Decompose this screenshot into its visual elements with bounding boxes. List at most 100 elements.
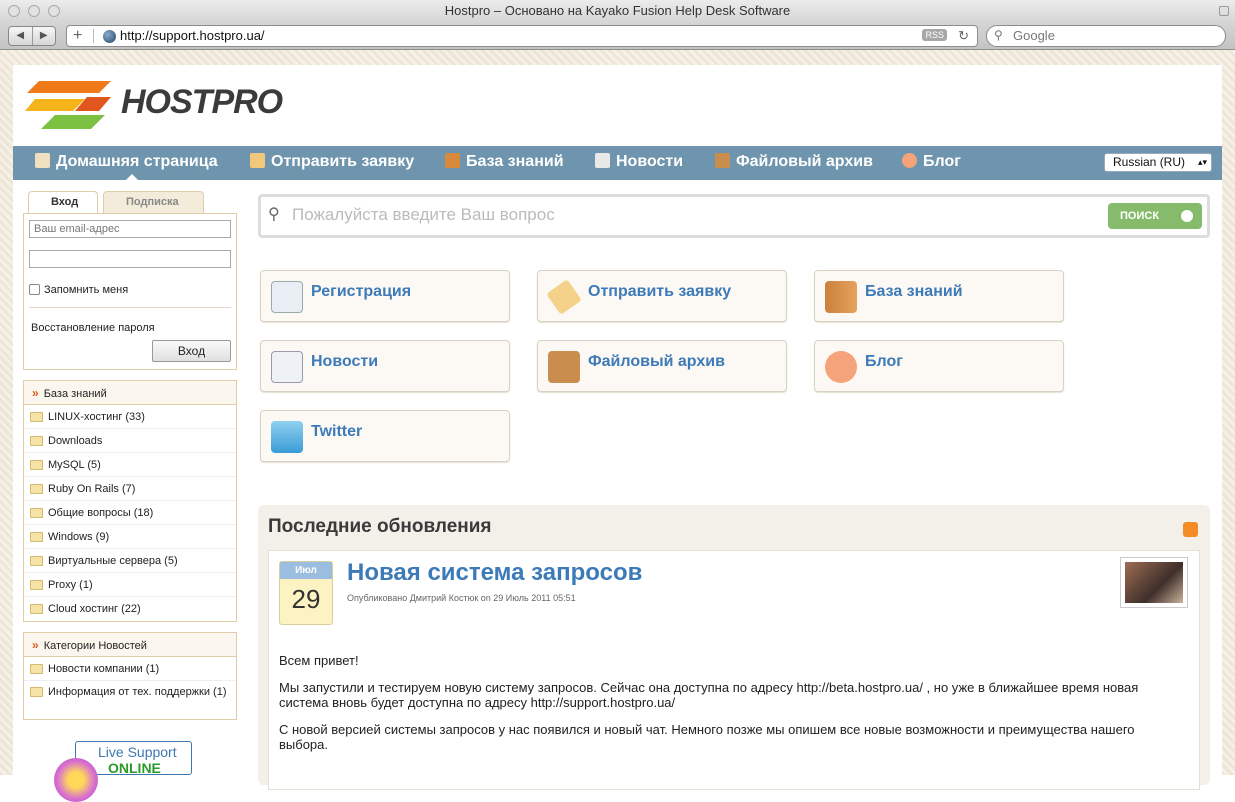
site-wrapper: HOSTPRO Домашняя страница Отправить заяв… [13,65,1222,802]
nav-item-news[interactable]: Новости [595,146,683,178]
author-avatar [1120,557,1188,608]
nav-item-submit-ticket[interactable]: Отправить заявку [250,146,414,178]
minimize-window-button[interactable] [28,5,40,17]
news-categories-box: » Категории Новостей Новости компании (1)… [23,632,237,720]
email-placeholder: Ваш email-адрес [34,223,120,235]
news-icon [595,153,610,168]
ticket-icon [250,153,265,168]
browser-toolbar: ◀ ▶ + http://support.hostpro.ua/ RSS ↻ ⚲… [0,22,1235,50]
address-divider [93,29,94,43]
nav-item-downloads[interactable]: Файловый архив [715,146,873,178]
folder-icon [30,508,43,518]
question-search: ⚲ Пожалуйста введите Ваш вопрос ПОИСК [258,194,1210,238]
back-button[interactable]: ◀ [9,27,33,45]
list-item[interactable]: Виртуальные сервера (5) [24,549,236,573]
folder-icon [30,580,43,590]
list-item[interactable]: Proxy (1) [24,573,236,597]
box-header: » База знаний [24,381,236,405]
browser-search-field[interactable]: ⚲ Google [986,25,1226,47]
news-icon [271,351,303,383]
ticket-icon [546,279,582,315]
news-post: Июл 29 Новая система запросов Опубликова… [268,550,1200,790]
card-downloads[interactable]: Файловый архив [537,340,787,392]
card-knowledgebase[interactable]: База знаний [814,270,1064,322]
folder-icon [30,460,43,470]
nav-item-label: Блог [923,153,961,170]
add-bookmark-icon[interactable]: + [73,27,82,45]
email-field[interactable]: Ваш email-адрес [29,220,231,238]
nav-item-blog[interactable]: Блог [902,146,961,178]
card-label: Файловый архив [588,353,725,370]
search-button[interactable]: ПОИСК [1108,203,1202,229]
list-item[interactable]: LINUX-хостинг (33) [24,405,236,429]
folder-icon [30,412,43,422]
post-title[interactable]: Новая система запросов [347,559,642,587]
site-logo[interactable]: HOSTPRO [25,77,285,132]
tab-label: Подписка [126,196,179,208]
list-item-label: Downloads [48,435,103,447]
remember-me-label: Запомнить меня [44,284,129,296]
search-button-label: ПОИСК [1120,210,1160,222]
tab-label: Вход [51,196,79,208]
folder-icon [30,556,43,566]
list-item[interactable]: Информация от тех. поддержки (1) [24,681,236,719]
recover-password-link[interactable]: Восстановление пароля [31,322,155,334]
list-item[interactable]: Downloads [24,429,236,453]
search-input[interactable]: Пожалуйста введите Ваш вопрос [292,205,555,225]
list-item-label: Proxy (1) [48,579,93,591]
tab-login[interactable]: Вход [28,191,98,213]
nav-item-knowledgebase[interactable]: База знаний [445,146,564,178]
forward-button[interactable]: ▶ [33,27,56,45]
list-item-label: LINUX-хостинг (33) [48,411,145,423]
card-blog[interactable]: Блог [814,340,1064,392]
card-label: База знаний [865,283,963,300]
nav-item-label: База знаний [466,153,564,170]
list-item[interactable]: Ruby On Rails (7) [24,477,236,501]
url-text[interactable]: http://support.hostpro.ua/ [120,26,265,46]
list-item-label: Общие вопросы (18) [48,507,154,519]
logo-text: HOSTPRO [121,83,283,121]
fullscreen-icon[interactable] [1219,6,1229,16]
double-chevron-icon: » [32,638,39,652]
list-item[interactable]: Windows (9) [24,525,236,549]
logo-mark-icon [25,81,111,129]
language-select[interactable]: Russian (RU) ▴▾ [1104,153,1212,172]
address-bar[interactable]: + http://support.hostpro.ua/ RSS ↻ [66,25,978,47]
globe-icon [103,30,116,43]
card-twitter[interactable]: Twitter [260,410,510,462]
window-title: Hostpro – Основано на Kayako Fusion Help… [444,3,791,18]
login-button[interactable]: Вход [152,340,231,362]
nav-item-label: Домашняя страница [56,153,218,170]
list-item[interactable]: MySQL (5) [24,453,236,477]
books-icon [445,153,460,168]
list-item-label: Cloud хостинг (22) [48,603,141,615]
list-item[interactable]: Новости компании (1) [24,657,236,681]
rss-icon[interactable] [1183,522,1198,537]
reload-icon[interactable]: ↻ [958,26,969,46]
password-field[interactable] [29,250,231,268]
list-item-label: MySQL (5) [48,459,101,471]
card-registration[interactable]: Регистрация [260,270,510,322]
nav-item-label: Новости [616,153,684,170]
blog-icon [825,351,857,383]
avatar-photo [1125,562,1183,603]
tab-subscribe[interactable]: Подписка [103,191,204,213]
close-window-button[interactable] [8,5,20,17]
home-icon [35,153,50,168]
card-submit-ticket[interactable]: Отправить заявку [537,270,787,322]
folder-icon [30,532,43,542]
zoom-window-button[interactable] [48,5,60,17]
list-item[interactable]: Общие вопросы (18) [24,501,236,525]
folder-icon [30,664,43,674]
live-support-badge[interactable]: Live Support ONLINE [54,741,192,802]
blog-icon [902,153,917,168]
browser-search-placeholder: Google [1013,28,1055,43]
login-panel: Ваш email-адрес Запомнить меня Восстанов… [23,213,237,370]
card-label: Отправить заявку [588,283,732,300]
card-news[interactable]: Новости [260,340,510,392]
remember-me-checkbox[interactable] [29,284,40,295]
live-support-icon [54,758,98,802]
rss-badge[interactable]: RSS [922,29,947,41]
list-item[interactable]: Cloud хостинг (22) [24,597,236,621]
box-header: » Категории Новостей [24,633,236,657]
